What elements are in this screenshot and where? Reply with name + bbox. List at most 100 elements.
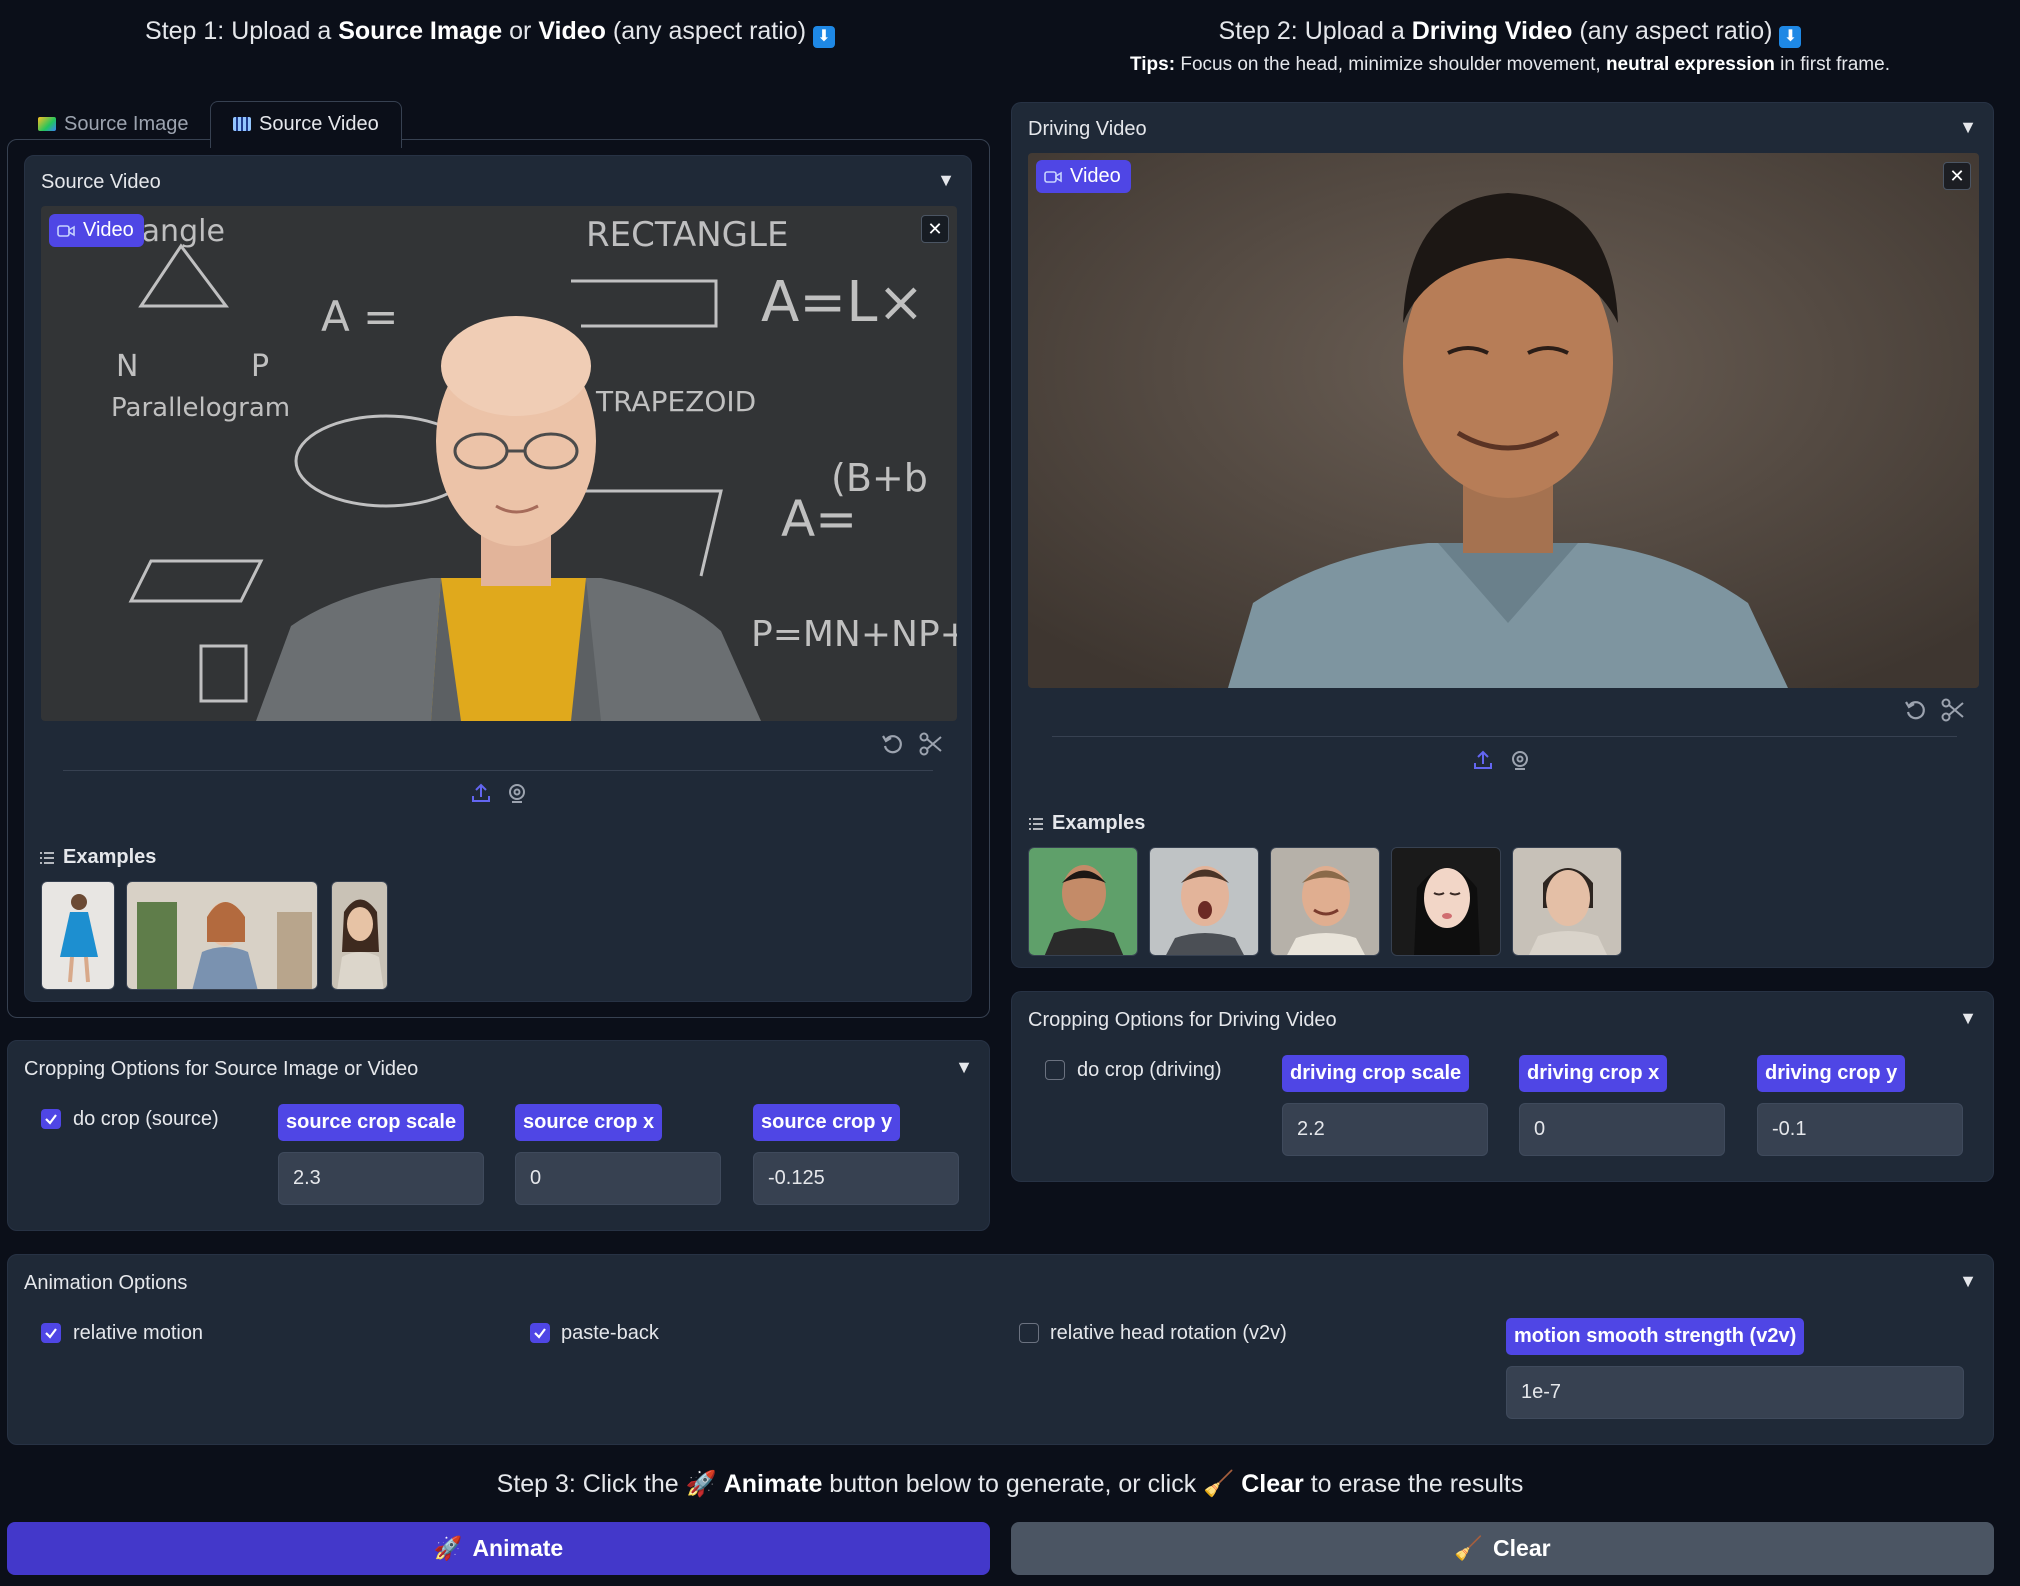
driving-crop-x-label: driving crop x <box>1519 1055 1668 1092</box>
upload-icon[interactable] <box>470 782 492 804</box>
driving-crop-y-input[interactable]: -0.1 <box>1757 1103 1963 1156</box>
driving-crop-scale-label: driving crop scale <box>1282 1055 1470 1092</box>
undo-icon[interactable] <box>880 731 906 757</box>
close-icon[interactable]: ✕ <box>921 215 949 243</box>
tab-source-video[interactable]: Source Video <box>210 101 402 148</box>
do-crop-source-checkbox[interactable] <box>41 1109 61 1129</box>
divider <box>1052 736 1957 737</box>
video-badge: Video <box>1036 160 1131 193</box>
upload-icon[interactable] <box>1472 749 1494 771</box>
example-man-smile-image <box>1271 848 1379 955</box>
driving-video-player[interactable]: Video ✕ <box>1028 153 1979 688</box>
paste-back-checkbox[interactable] <box>530 1323 550 1343</box>
source-crop-x-label: source crop x <box>515 1104 663 1141</box>
scissors-icon[interactable] <box>918 731 944 757</box>
webcam-icon[interactable] <box>1509 749 1531 771</box>
example-thumb-man-green[interactable] <box>1028 847 1138 956</box>
picture-icon <box>38 117 56 131</box>
svg-text:P=MN+NP+P: P=MN+NP+P <box>751 614 957 655</box>
collapse-triangle-icon[interactable]: ▼ <box>1959 1008 1977 1029</box>
example-thumb-man-open-mouth[interactable] <box>1149 847 1259 956</box>
svg-text:A =: A = <box>321 292 398 341</box>
source-video-player[interactable]: RECTANGLE A = A=L× Parallelogram TRAPEZO… <box>41 206 957 721</box>
tips-text: Tips: Focus on the head, minimize should… <box>1130 54 1890 75</box>
video-camera-icon <box>57 224 75 237</box>
driving-video-panel: Driving Video ▼ Video ✕ Examples <box>1011 102 1994 968</box>
down-arrow-icon: ⬇ <box>1779 26 1802 48</box>
svg-text:RECTANGLE: RECTANGLE <box>586 215 788 255</box>
example-thumb-man-smile[interactable] <box>1270 847 1380 956</box>
collapse-triangle-icon[interactable]: ▼ <box>955 1057 973 1078</box>
source-crop-y-input[interactable]: -0.125 <box>753 1152 959 1205</box>
example-thumb-woman-neutral[interactable] <box>1512 847 1622 956</box>
svg-text:N: N <box>116 349 138 384</box>
step3-heading: Step 3: Click the 🚀 Animate button below… <box>496 1470 1524 1498</box>
smiling-man-frame <box>1028 153 1979 688</box>
driving-crop-x-input[interactable]: 0 <box>1519 1103 1725 1156</box>
divider <box>63 770 933 771</box>
examples-heading: Examples <box>1028 812 1145 835</box>
source-video-panel: Source Video ▼ RECTANGLE A = A=L× Parall… <box>24 155 972 1002</box>
down-arrow-icon: ⬇ <box>812 26 835 48</box>
collapse-triangle-icon[interactable]: ▼ <box>1959 1271 1977 1292</box>
film-icon <box>233 117 251 131</box>
do-crop-driving-label: do crop (driving) <box>1077 1059 1222 1081</box>
checkmark-icon <box>45 1328 57 1339</box>
list-icon <box>40 851 54 864</box>
close-icon[interactable]: ✕ <box>1943 162 1971 190</box>
collapse-triangle-icon[interactable]: ▼ <box>1959 117 1977 138</box>
step2-heading: Step 2: Upload a Driving Video (any aspe… <box>1010 17 2010 48</box>
list-icon <box>1029 817 1043 830</box>
example-thumb-woman-closed-eyes[interactable] <box>1391 847 1501 956</box>
driving-crop-scale-input[interactable]: 2.2 <box>1282 1103 1488 1156</box>
driving-crop-y-label: driving crop y <box>1757 1055 1906 1092</box>
relative-motion-checkbox[interactable] <box>41 1323 61 1343</box>
video-camera-icon <box>1044 170 1062 183</box>
cropping-driving-label: Cropping Options for Driving Video <box>1028 1009 1337 1031</box>
relative-head-rotation-label: relative head rotation (v2v) <box>1050 1322 1287 1344</box>
relative-head-rotation-checkbox[interactable] <box>1019 1323 1039 1343</box>
source-video-label: Source Video <box>41 171 161 193</box>
svg-text:A=L×: A=L× <box>761 270 924 335</box>
motion-smooth-strength-input[interactable]: 1e-7 <box>1506 1366 1964 1419</box>
example-man-open-mouth-image <box>1150 848 1258 955</box>
motion-smooth-strength-label: motion smooth strength (v2v) <box>1506 1318 1805 1355</box>
example-woman-closed-eyes-image <box>1392 848 1500 955</box>
clear-button[interactable]: 🧹 Clear <box>1011 1522 1994 1575</box>
checkmark-icon <box>534 1328 546 1339</box>
examples-heading: Examples <box>39 846 156 869</box>
video-badge: Video <box>49 214 144 247</box>
animation-options-label: Animation Options <box>24 1272 188 1294</box>
animate-button[interactable]: 🚀 Animate <box>7 1522 990 1575</box>
source-crop-x-input[interactable]: 0 <box>515 1152 721 1205</box>
cropping-source-panel: Cropping Options for Source Image or Vid… <box>7 1040 990 1231</box>
broom-icon: 🧹 <box>1454 1535 1484 1561</box>
tab-source-image[interactable]: Source Image <box>20 103 207 146</box>
rocket-icon: 🚀 <box>685 1470 717 1498</box>
do-crop-driving-checkbox[interactable] <box>1045 1060 1065 1080</box>
checkmark-icon <box>45 1114 57 1125</box>
svg-text:Parallelogram: Parallelogram <box>111 393 290 423</box>
example-thumb-woman-room[interactable] <box>126 881 318 990</box>
cropping-source-label: Cropping Options for Source Image or Vid… <box>24 1058 419 1080</box>
paste-back-label: paste-back <box>561 1322 659 1344</box>
example-thumb-woman-portrait[interactable] <box>331 881 388 990</box>
example-woman-neutral-image <box>1513 848 1621 955</box>
do-crop-source-label: do crop (source) <box>73 1108 219 1130</box>
scissors-icon[interactable] <box>1940 697 1966 723</box>
svg-text:TRAPEZOID: TRAPEZOID <box>595 385 756 418</box>
example-woman-room-image <box>127 882 317 989</box>
undo-icon[interactable] <box>1903 697 1929 723</box>
cropping-driving-panel: Cropping Options for Driving Video ▼ do … <box>1011 991 1994 1182</box>
source-crop-scale-label: source crop scale <box>278 1104 465 1141</box>
chalkboard-teacher-frame: RECTANGLE A = A=L× Parallelogram TRAPEZO… <box>41 206 957 721</box>
example-thumb-dancer[interactable] <box>41 881 115 990</box>
source-crop-y-label: source crop y <box>753 1104 901 1141</box>
source-crop-scale-input[interactable]: 2.3 <box>278 1152 484 1205</box>
svg-text:(B+b: (B+b <box>831 456 928 500</box>
webcam-icon[interactable] <box>506 782 528 804</box>
collapse-triangle-icon[interactable]: ▼ <box>937 170 955 191</box>
rocket-icon: 🚀 <box>433 1535 463 1561</box>
example-man-green-image <box>1029 848 1137 955</box>
relative-motion-label: relative motion <box>73 1322 204 1344</box>
